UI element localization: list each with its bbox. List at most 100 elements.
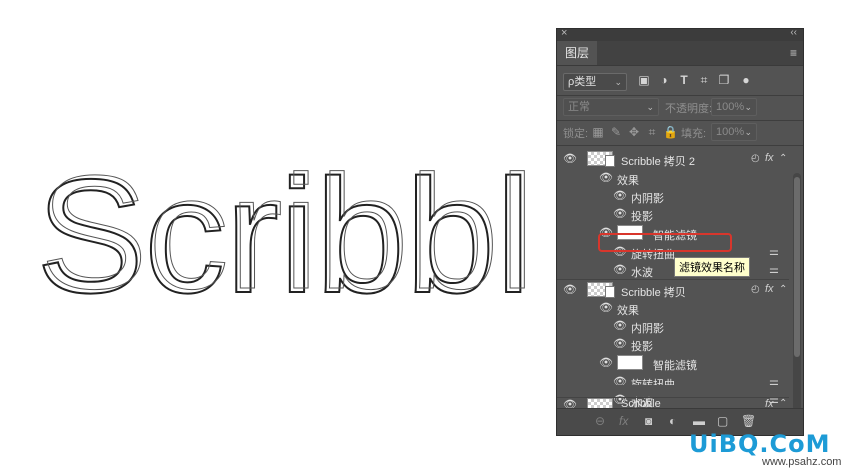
chevron-down-icon: ⌄ [744,102,752,112]
blend-mode-value: 正常 [568,101,590,113]
smart-object-icon [605,286,615,298]
visibility-eye-icon[interactable]: 👁 [613,320,627,332]
filter-toggle-icon[interactable]: ● [739,73,753,87]
pixel-filter-icon[interactable]: ▣ [637,73,651,87]
filter-row: ρ类型 ⌄ ▣ ◑ T ⌗ ❐ ● [557,73,803,91]
layer-row[interactable]: 👁 Scribble 拷贝 2 ◴ fx ⌃ [557,149,789,169]
effect-name: 投影 [631,211,653,223]
visibility-eye-icon[interactable]: 👁 [613,208,627,220]
chevron-down-icon: ⌄ [744,127,752,137]
fill-input[interactable]: 100% ⌄ [711,123,757,141]
watermark-logo: UiBQ.CoM [689,430,831,458]
visibility-eye-icon[interactable]: 👁 [563,284,577,296]
visibility-eye-icon[interactable]: 👁 [613,190,627,202]
lock-position-icon[interactable]: ✥ [627,125,641,139]
new-group-icon[interactable]: ▬ [693,414,705,428]
effect-name: 内阴影 [631,323,664,335]
filter-row[interactable]: 👁 旋转扭曲 ⚌ [557,373,789,385]
smart-filter-row[interactable]: 👁 智能滤镜 [557,353,789,373]
filter-kind-dropdown[interactable]: ρ类型 ⌄ [563,73,627,91]
filter-options-icon[interactable]: ⚌ [769,263,779,276]
divider [557,95,803,96]
layer-name[interactable]: Scribble 拷贝 2 [621,153,695,169]
visibility-eye-icon[interactable]: 👁 [599,172,613,184]
smart-filter-badge-icon: ◴ [751,284,760,295]
panel-titlebar: × ‹‹ [557,29,803,41]
smart-filters-label: 智能滤镜 [653,360,697,372]
delete-layer-icon[interactable]: 🗑 [741,414,756,428]
link-layers-icon[interactable]: ⊖ [595,414,605,428]
lock-image-icon[interactable]: ✎ [609,125,623,139]
canvas-artwork: Scribbl Scribbl [35,142,536,329]
filter-name[interactable]: 水波 [631,264,653,280]
type-filter-icon[interactable]: T [677,73,691,87]
visibility-eye-icon[interactable]: 👁 [613,338,627,350]
lock-label: 锁定: [563,128,589,140]
scribble-text-echo: Scribbl [40,142,535,323]
visibility-eye-icon[interactable]: 👁 [613,376,627,385]
opacity-input[interactable]: 100% ⌄ [711,98,757,116]
filter-mask-thumbnail[interactable] [617,355,643,370]
document-canvas[interactable]: Scribbl Scribbl [0,0,556,475]
watermark-url: www.psahz.com [762,456,842,468]
visibility-eye-icon[interactable]: 👁 [599,302,613,314]
highlight-box [598,233,732,252]
smart-filter-badge-icon: ◴ [751,153,760,164]
chevron-up-icon[interactable]: ⌃ [779,284,787,295]
visibility-eye-icon[interactable]: 👁 [599,357,613,369]
opacity-value: 100% [716,101,745,113]
chevron-down-icon: ⌄ [614,77,622,87]
lock-row: 锁定: ▦ ✎ ✥ ⌗ 🔒 填充: 100% ⌄ [557,123,803,141]
smart-object-filter-icon[interactable]: ❐ [717,73,731,87]
opacity-label: 不透明度: [665,103,713,115]
filter-name[interactable]: 旋转扭曲 [631,376,675,385]
fill-value: 100% [716,126,745,138]
new-layer-icon[interactable]: ▢ [717,414,728,428]
fx-icon[interactable]: fx [765,152,774,164]
divider [557,120,803,121]
effect-row[interactable]: 👁 内阴影 [557,187,789,205]
effects-label: 效果 [617,305,639,317]
lock-artboard-icon[interactable]: ⌗ [645,125,659,139]
panel-menu-icon[interactable]: ≡ [790,46,797,60]
effect-name: 内阴影 [631,193,664,205]
adjustment-filter-icon[interactable]: ◑ [657,73,671,87]
layer-row[interactable]: 👁 Scribble 拷贝 ◴ fx ⌃ [557,279,789,300]
filter-options-icon[interactable]: ⚌ [769,375,779,385]
filter-name-tooltip: 滤镜效果名称 [674,257,750,277]
collapse-icon[interactable]: ‹‹ [790,29,797,38]
layers-panel: × ‹‹ 图层 ≡ ρ类型 ⌄ ▣ ◑ T ⌗ ❐ ● 正常 ⌄ 不透明度: 1… [556,28,804,436]
scrollbar-thumb[interactable] [794,177,800,357]
effect-group-row[interactable]: 👁 效果 [557,299,789,317]
blend-row: 正常 ⌄ 不透明度: 100% ⌄ [557,98,803,116]
layer-name[interactable]: Scribble 拷贝 [621,284,686,300]
layer-list-scrollbar[interactable] [793,173,801,411]
panel-tabbar: 图层 ≡ [557,41,803,66]
effects-label: 效果 [617,175,639,187]
add-mask-icon[interactable]: ◙ [645,414,652,428]
filter-options-icon[interactable]: ⚌ [769,245,779,258]
effect-row[interactable]: 👁 内阴影 [557,317,789,335]
visibility-eye-icon[interactable]: 👁 [563,153,577,165]
close-icon[interactable]: × [561,29,567,39]
fx-icon[interactable]: fx [765,283,774,295]
layer-list: 👁 Scribble 拷贝 2 ◴ fx ⌃ 👁 效果 👁 内阴影 👁 投影 👁… [557,145,789,385]
filter-kind-value: ρ类型 [568,76,597,88]
lock-transparent-icon[interactable]: ▦ [591,125,605,139]
shape-filter-icon[interactable]: ⌗ [697,73,711,87]
fill-label: 填充: [681,128,707,140]
lock-all-icon[interactable]: 🔒 [663,125,678,139]
filter-row[interactable]: 👁 水波 ⚌ [557,261,789,279]
effect-name: 投影 [631,341,653,353]
tab-layers[interactable]: 图层 [557,41,598,65]
smart-object-icon [605,155,615,167]
add-style-icon[interactable]: fx [619,414,628,428]
visibility-eye-icon[interactable]: 👁 [613,264,627,276]
chevron-down-icon: ⌄ [646,102,654,112]
effect-row[interactable]: 👁 投影 [557,205,789,223]
new-adjustment-icon[interactable]: ◐ [669,414,676,428]
effect-group-row[interactable]: 👁 效果 [557,169,789,187]
effect-row[interactable]: 👁 投影 [557,335,789,353]
blend-mode-dropdown[interactable]: 正常 ⌄ [563,98,659,116]
chevron-up-icon[interactable]: ⌃ [779,153,787,164]
